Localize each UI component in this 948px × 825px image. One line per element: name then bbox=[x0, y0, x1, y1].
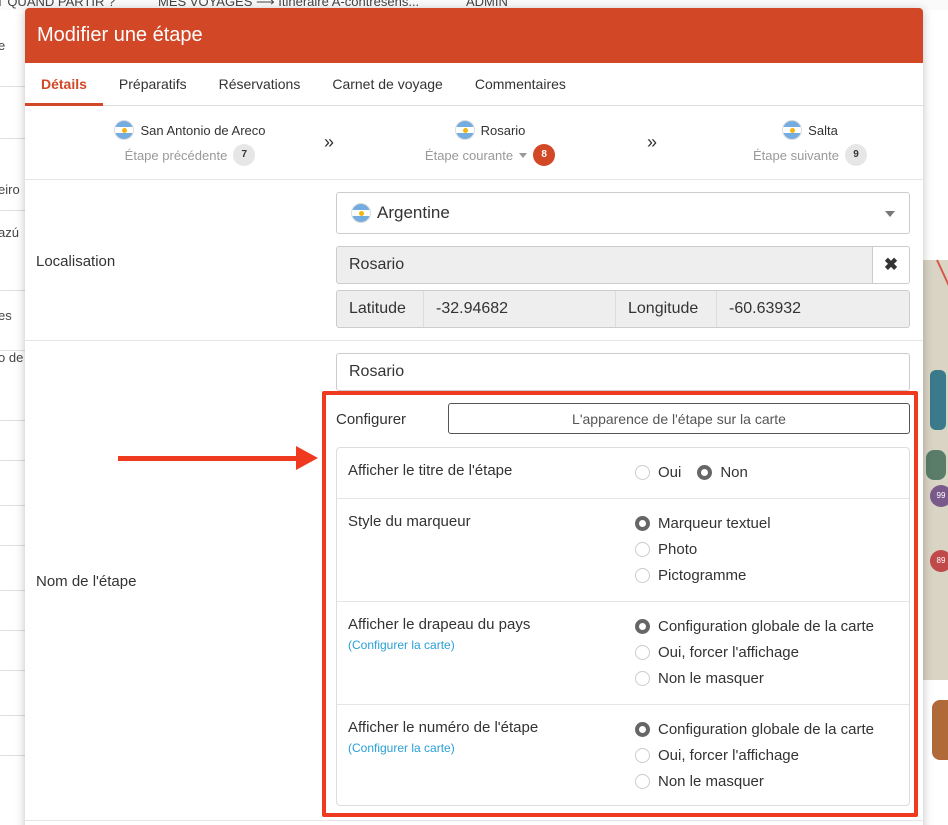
current-step[interactable]: Rosario Étape courante 8 bbox=[385, 120, 595, 166]
map-pin: 89 bbox=[930, 550, 948, 572]
radio-force-display[interactable]: Oui, forcer l'affichage bbox=[635, 639, 874, 665]
localisation-label: Localisation bbox=[36, 253, 116, 270]
radio-photo[interactable]: Photo bbox=[635, 536, 771, 562]
step-number-badge: 8 bbox=[533, 144, 556, 166]
radio-non[interactable]: Non bbox=[697, 459, 748, 485]
coordinates-group: Latitude -32.94682 Longitude -60.63932 bbox=[336, 290, 910, 328]
radio-icon bbox=[635, 773, 650, 789]
option-show-number: Afficher le numéro de l'étape (Configure… bbox=[337, 705, 909, 807]
next-step[interactable]: Salta Étape suivante 9 bbox=[725, 120, 895, 166]
previous-step-name: San Antonio de Areco bbox=[140, 122, 266, 138]
tab-carnet-de-voyage[interactable]: Carnet de voyage bbox=[316, 63, 459, 106]
background-text: es bbox=[0, 308, 12, 323]
localisation-section: Localisation Argentine Rosario ✖ Latitud… bbox=[25, 180, 923, 341]
steps-navigation: San Antonio de Areco Étape précédente 7 »… bbox=[25, 106, 923, 180]
city-input[interactable]: Rosario bbox=[336, 246, 874, 284]
latitude-value[interactable]: -32.94682 bbox=[424, 291, 616, 327]
country-value: Argentine bbox=[377, 203, 450, 222]
option-marker-style: Style du marqueur Marqueur textuel Photo… bbox=[337, 499, 909, 602]
close-icon: ✖ bbox=[883, 255, 899, 274]
step-number-badge: 9 bbox=[845, 144, 867, 166]
configurer-label: Configurer bbox=[336, 411, 407, 428]
appearance-options: Afficher le titre de l'étape Oui Non Sty… bbox=[336, 447, 910, 806]
map-pin: 99 bbox=[930, 485, 948, 507]
background-text: e bbox=[0, 38, 5, 53]
radio-hide[interactable]: Non le masquer bbox=[635, 665, 874, 691]
longitude-label: Longitude bbox=[616, 291, 717, 327]
previous-step[interactable]: San Antonio de Areco Étape précédente 7 bbox=[65, 120, 315, 166]
background-list: e eiro azú es o de bbox=[0, 10, 26, 825]
option-label: Afficher le titre de l'étape bbox=[348, 462, 513, 479]
edit-step-modal: Modifier une étape Détails Préparatifs R… bbox=[25, 8, 923, 825]
arrow-right-icon bbox=[296, 446, 318, 470]
step-number-badge: 7 bbox=[233, 144, 256, 166]
argentina-flag-icon bbox=[782, 120, 803, 140]
radio-icon bbox=[635, 670, 650, 686]
radio-hide[interactable]: Non le masquer bbox=[635, 768, 874, 794]
background-map: 99 89 bbox=[922, 10, 948, 825]
argentina-flag-icon bbox=[351, 203, 371, 223]
clear-city-button[interactable]: ✖ bbox=[872, 246, 910, 284]
next-step-name: Salta bbox=[808, 122, 838, 138]
radio-global-config[interactable]: Configuration globale de la carte bbox=[635, 716, 874, 742]
radio-icon bbox=[635, 721, 650, 737]
radio-icon bbox=[635, 618, 650, 634]
current-step-name: Rosario bbox=[480, 122, 526, 138]
option-show-flag: Afficher le drapeau du pays (Configurer … bbox=[337, 602, 909, 705]
chevron-right-icon: » bbox=[647, 132, 658, 152]
step-name-label: Nom de l'étape bbox=[36, 573, 137, 590]
tab-commentaires[interactable]: Commentaires bbox=[459, 63, 582, 106]
radio-icon bbox=[635, 644, 650, 660]
option-label: Afficher le drapeau du pays bbox=[348, 616, 531, 633]
background-text: o de bbox=[0, 350, 24, 365]
radio-force-display[interactable]: Oui, forcer l'affichage bbox=[635, 742, 874, 768]
previous-step-label: Étape précédente bbox=[124, 147, 228, 163]
configure-appearance-button[interactable]: L'apparence de l'étape sur la carte bbox=[448, 403, 910, 434]
chevron-right-icon: » bbox=[324, 132, 335, 152]
radio-icon bbox=[635, 515, 650, 531]
longitude-value[interactable]: -60.63932 bbox=[717, 291, 909, 327]
latitude-label: Latitude bbox=[337, 291, 424, 327]
modal-header: Modifier une étape bbox=[25, 8, 923, 63]
country-select[interactable]: Argentine bbox=[336, 192, 910, 234]
radio-pictogramme[interactable]: Pictogramme bbox=[635, 562, 771, 588]
caret-down-icon bbox=[519, 152, 528, 158]
option-label: Style du marqueur bbox=[348, 513, 471, 530]
radio-oui[interactable]: Oui bbox=[635, 459, 681, 485]
step-name-section: Nom de l'étape Rosario Configurer L'appa… bbox=[25, 341, 923, 821]
modal-title: Modifier une étape bbox=[37, 24, 203, 46]
argentina-flag-icon bbox=[454, 120, 475, 140]
chevron-down-icon bbox=[885, 211, 895, 217]
current-step-label: Étape courante bbox=[424, 147, 514, 163]
option-show-title: Afficher le titre de l'étape Oui Non bbox=[337, 448, 909, 499]
radio-icon bbox=[635, 541, 650, 557]
radio-icon bbox=[635, 567, 650, 583]
radio-icon bbox=[697, 464, 713, 480]
radio-icon bbox=[635, 747, 650, 763]
argentina-flag-icon bbox=[114, 120, 135, 140]
radio-global-config[interactable]: Configuration globale de la carte bbox=[635, 613, 874, 639]
tab-reservations[interactable]: Réservations bbox=[203, 63, 317, 106]
configure-map-link[interactable]: (Configurer la carte) bbox=[348, 638, 455, 652]
background-text: eiro bbox=[0, 182, 20, 197]
annotation-arrow bbox=[118, 456, 300, 461]
configure-map-link[interactable]: (Configurer la carte) bbox=[348, 741, 455, 755]
radio-icon bbox=[635, 464, 650, 480]
tab-preparatifs[interactable]: Préparatifs bbox=[103, 63, 203, 106]
option-label: Afficher le numéro de l'étape bbox=[348, 719, 539, 736]
background-text: azú bbox=[0, 225, 19, 240]
next-step-label: Étape suivante bbox=[752, 147, 839, 163]
radio-marqueur-textuel[interactable]: Marqueur textuel bbox=[635, 510, 771, 536]
tab-details[interactable]: Détails bbox=[25, 63, 103, 106]
step-name-input[interactable]: Rosario bbox=[336, 353, 910, 391]
tab-bar: Détails Préparatifs Réservations Carnet … bbox=[25, 63, 923, 106]
